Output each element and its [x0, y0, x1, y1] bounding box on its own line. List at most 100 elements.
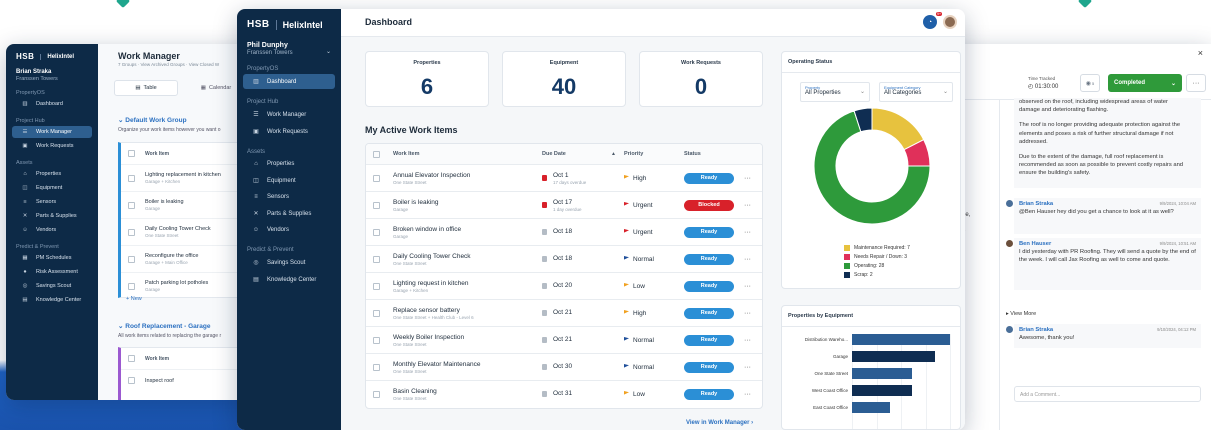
bar[interactable]: [852, 368, 913, 379]
table-row[interactable]: Annual Elevator Inspection One State Stre…: [366, 164, 762, 191]
table-row[interactable]: Broken window in office Garage Oct 18 Urgen…: [366, 218, 762, 245]
checkbox[interactable]: [373, 309, 380, 317]
row-actions-button[interactable]: ···: [744, 364, 751, 371]
group-title[interactable]: ⌄ Default Work Group: [118, 116, 187, 124]
sidebar-item-equipment[interactable]: ◫ Equipment: [243, 173, 335, 188]
notifications-button[interactable]: ◔: [923, 15, 937, 29]
checkbox[interactable]: [373, 363, 380, 371]
sidebar-item-properties[interactable]: ⌂ Properties: [243, 157, 335, 171]
close-icon[interactable]: ×: [1198, 48, 1203, 58]
checkbox[interactable]: [373, 336, 380, 344]
view-in-work-manager-link[interactable]: View in Work Manager ›: [686, 420, 753, 426]
chevron-down-icon: ⌄: [859, 89, 865, 95]
group-title[interactable]: ⌄ Roof Replacement - Garage: [118, 322, 211, 330]
sidebar-item-savings[interactable]: ◎ Savings Scout: [243, 255, 335, 270]
sidebar-item-work-manager[interactable]: ☰ Work Manager: [243, 107, 335, 122]
avatar[interactable]: [943, 15, 957, 29]
status-badge[interactable]: Ready: [684, 280, 734, 292]
checkbox[interactable]: [373, 282, 380, 290]
status-badge[interactable]: Ready: [684, 307, 734, 319]
table-row[interactable]: Basin Cleaning One State Street Oct 31 Low R…: [366, 380, 762, 407]
sort-up-icon[interactable]: ▲: [611, 151, 616, 157]
sidebar-item-vendors[interactable]: ☺ Vendors: [243, 223, 335, 237]
more-options-button[interactable]: ···: [1186, 74, 1206, 92]
sidebar-item-work-requests[interactable]: ▣ Work Requests: [243, 124, 335, 139]
checkbox[interactable]: [128, 228, 135, 236]
bar[interactable]: [852, 385, 913, 396]
status-badge[interactable]: Ready: [684, 226, 734, 238]
checkbox[interactable]: [373, 201, 380, 209]
table-row[interactable]: Replace sensor battery One State Street +…: [366, 299, 762, 326]
legend-swatch: [844, 263, 850, 269]
status-badge[interactable]: Ready: [684, 172, 734, 184]
status-badge[interactable]: Ready: [684, 334, 734, 346]
time-tracked[interactable]: ◴ 01:30:00: [1028, 83, 1058, 90]
checkbox[interactable]: [373, 174, 380, 182]
checkbox[interactable]: [373, 255, 380, 263]
sidebar-item-savings[interactable]: ◎ Savings Scout: [12, 280, 92, 292]
category-filter[interactable]: Equipment Category All Categories ⌄: [879, 82, 953, 102]
status-badge[interactable]: Ready: [684, 253, 734, 265]
row-actions-button[interactable]: ···: [744, 229, 751, 236]
row-actions-button[interactable]: ···: [744, 202, 751, 209]
tab-table[interactable]: ▤ Table: [114, 80, 178, 96]
sidebar-item-sensors[interactable]: ≡ Sensors: [12, 196, 92, 208]
row-actions-button[interactable]: ···: [744, 391, 751, 398]
status-badge[interactable]: Blocked: [684, 199, 734, 211]
column-due-date[interactable]: Due Date: [542, 151, 566, 157]
watchers-button[interactable]: ◉ 5: [1080, 74, 1100, 92]
sidebar-item-knowledge[interactable]: ▤ Knowledge Center: [12, 294, 92, 306]
checkbox[interactable]: [128, 255, 135, 263]
sidebar-item-knowledge[interactable]: ▤ Knowledge Center: [243, 272, 335, 287]
status-badge[interactable]: Ready: [684, 361, 734, 373]
table-row[interactable]: Lighting request in kitchen Garage + Kitc…: [366, 272, 762, 299]
user-switcher[interactable]: Phil Dunphy Franssen Towers ⌄: [237, 42, 341, 56]
sidebar-item-parts[interactable]: ✕ Parts & Supplies: [12, 210, 92, 222]
add-comment-input[interactable]: Add a Comment...: [1014, 386, 1201, 402]
table-row[interactable]: Boiler is leaking Garage Oct 17 1 day overd…: [366, 191, 762, 218]
bar[interactable]: [852, 402, 890, 413]
bar[interactable]: [852, 351, 935, 362]
row-actions-button[interactable]: ···: [744, 256, 751, 263]
sidebar-item-risk[interactable]: ● Risk Assessment: [12, 266, 92, 278]
stat-card-properties[interactable]: Properties 6: [365, 51, 489, 107]
sidebar-item-dashboard[interactable]: ▥ Dashboard: [12, 98, 92, 110]
new-item-button[interactable]: + New: [126, 296, 142, 302]
sidebar-item-vendors[interactable]: ☺ Vendors: [12, 224, 92, 236]
checkbox[interactable]: [373, 150, 380, 158]
checkbox[interactable]: [128, 355, 135, 362]
checkbox[interactable]: [373, 228, 380, 236]
table-row[interactable]: Weekly Boiler Inspection One State Street…: [366, 326, 762, 353]
stat-card-work-requests[interactable]: Work Requests 0: [639, 51, 763, 107]
sidebar-item-dashboard[interactable]: ▥ Dashboard: [243, 74, 335, 89]
bar[interactable]: [852, 334, 950, 345]
sidebar-item-sensors[interactable]: ≡ Sensors: [243, 190, 335, 204]
sidebar-item-pm-schedules[interactable]: ▦ PM Schedules: [12, 252, 92, 264]
equipment-bar-chart: Distribution Wareho... Garage One State St…: [782, 328, 960, 429]
completed-status-button[interactable]: Completed ⌄: [1108, 74, 1182, 92]
status-badge[interactable]: Ready: [684, 388, 734, 400]
checkbox[interactable]: [128, 201, 135, 209]
checkbox[interactable]: [128, 282, 135, 290]
table-row[interactable]: Monthly Elevator Maintenance One State St…: [366, 353, 762, 380]
priority-cell: Urgent: [624, 202, 653, 209]
checkbox[interactable]: [373, 390, 380, 398]
sidebar-item-parts[interactable]: ✕ Parts & Supplies: [243, 206, 335, 221]
sidebar-item-properties[interactable]: ⌂ Properties: [12, 168, 92, 180]
checkbox[interactable]: [128, 174, 135, 182]
view-more-link[interactable]: ▸ View More: [1006, 310, 1036, 318]
row-actions-button[interactable]: ···: [744, 310, 751, 317]
property-filter[interactable]: Property All Properties ⌄: [800, 82, 870, 102]
table-row[interactable]: Daily Cooling Tower Check One State Stree…: [366, 245, 762, 272]
sidebar-item-work-manager[interactable]: ☰ Work Manager: [12, 126, 92, 138]
sidebar-item-work-requests[interactable]: ▣ Work Requests: [12, 140, 92, 152]
checkbox[interactable]: [128, 377, 135, 384]
stat-card-equipment[interactable]: Equipment 40: [502, 51, 626, 107]
sidebar-item-equipment[interactable]: ◫ Equipment: [12, 182, 92, 194]
stat-value: 0: [694, 74, 708, 99]
row-actions-button[interactable]: ···: [744, 337, 751, 344]
checkbox[interactable]: [128, 150, 135, 157]
row-actions-button[interactable]: ···: [744, 175, 751, 182]
person-icon: ☺: [252, 227, 260, 233]
row-actions-button[interactable]: ···: [744, 283, 751, 290]
